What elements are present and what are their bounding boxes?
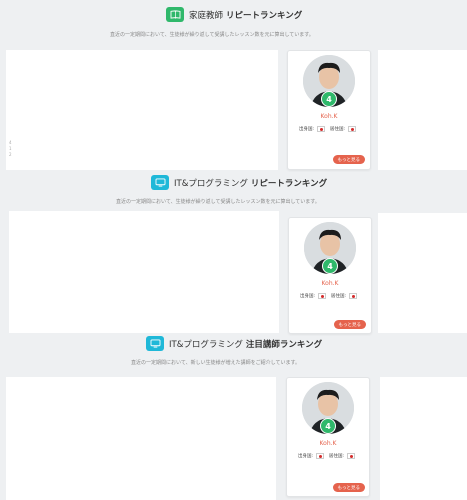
more-button[interactable]: もっと見る [333, 320, 366, 329]
section-title: IT&プログラミング 注目講師ランキング [169, 339, 323, 350]
japan-flag-icon [318, 293, 326, 299]
ranking-list-panel [6, 50, 278, 170]
origin-label: 出身国: [297, 454, 313, 459]
ranking-list-panel [6, 377, 276, 500]
ranking-section-it-rising: IT&プログラミング 注目講師ランキング 直近の一定期間において、新しい生徒様が増… [0, 332, 467, 500]
section-description: 直近の一定期間において、生徒様が繰り返して受講したレッスン数を元に算出しています… [110, 32, 314, 38]
more-button[interactable]: もっと見る [332, 483, 365, 492]
monitor-icon [146, 336, 164, 351]
teacher-card[interactable]: 4 Koh.K 出身国: 居住国: もっと見る [288, 217, 372, 334]
rank-badge: 4 [320, 418, 336, 434]
section-title: 家庭教師 リピートランキング [189, 10, 303, 21]
section-title: IT&プログラミング リピートランキング [174, 178, 328, 189]
monitor-icon [151, 175, 169, 190]
section-header: 家庭教師 リピートランキング [166, 7, 302, 22]
ranking-section-it-repeat: IT&プログラミング リピートランキング 直近の一定期間において、生徒様が繰り返し… [0, 170, 467, 338]
teacher-name[interactable]: Koh.K [287, 440, 369, 447]
next-card-edge [378, 213, 467, 333]
ranking-list-panel [9, 211, 279, 333]
section-header: IT&プログラミング 注目講師ランキング [146, 336, 322, 351]
residence-label: 居住国: [331, 294, 347, 299]
teacher-name[interactable]: Koh.K [288, 113, 370, 120]
book-icon [166, 7, 184, 22]
section-header: IT&プログラミング リピートランキング [151, 175, 327, 190]
side-numbers: 4 1 2 [9, 140, 12, 157]
rank-badge: 4 [322, 258, 338, 274]
origin-label: 出身国: [298, 127, 314, 132]
residence-label: 居住国: [329, 454, 345, 459]
teacher-card[interactable]: 4 Koh.K 出身国: 居住国: もっと見る [287, 50, 371, 170]
japan-flag-icon [317, 126, 325, 132]
next-card-edge [378, 50, 467, 170]
section-description: 直近の一定期間において、生徒様が繰り返して受講したレッスン数を元に算出しています… [116, 199, 320, 205]
more-button[interactable]: もっと見る [332, 155, 365, 164]
section-description: 直近の一定期間において、新しい生徒様が増えた講師をご紹介しています。 [131, 360, 300, 366]
residence-label: 居住国: [330, 127, 346, 132]
next-card-edge [380, 377, 467, 500]
teacher-countries: 出身国: 居住国: [288, 126, 370, 132]
rank-badge: 4 [321, 91, 337, 107]
teacher-countries: 出身国: 居住国: [287, 453, 369, 459]
ranking-section-tutor-repeat: 家庭教師 リピートランキング 直近の一定期間において、生徒様が繰り返して受講したレ… [0, 0, 467, 170]
japan-flag-icon [349, 293, 358, 299]
japan-flag-icon [347, 453, 356, 459]
japan-flag-icon [316, 453, 324, 459]
japan-flag-icon [348, 126, 357, 132]
teacher-card[interactable]: 4 Koh.K 出身国: 居住国: もっと見る [286, 377, 370, 497]
teacher-countries: 出身国: 居住国: [289, 293, 371, 299]
teacher-name[interactable]: Koh.K [289, 280, 371, 287]
origin-label: 出身国: [299, 294, 315, 299]
